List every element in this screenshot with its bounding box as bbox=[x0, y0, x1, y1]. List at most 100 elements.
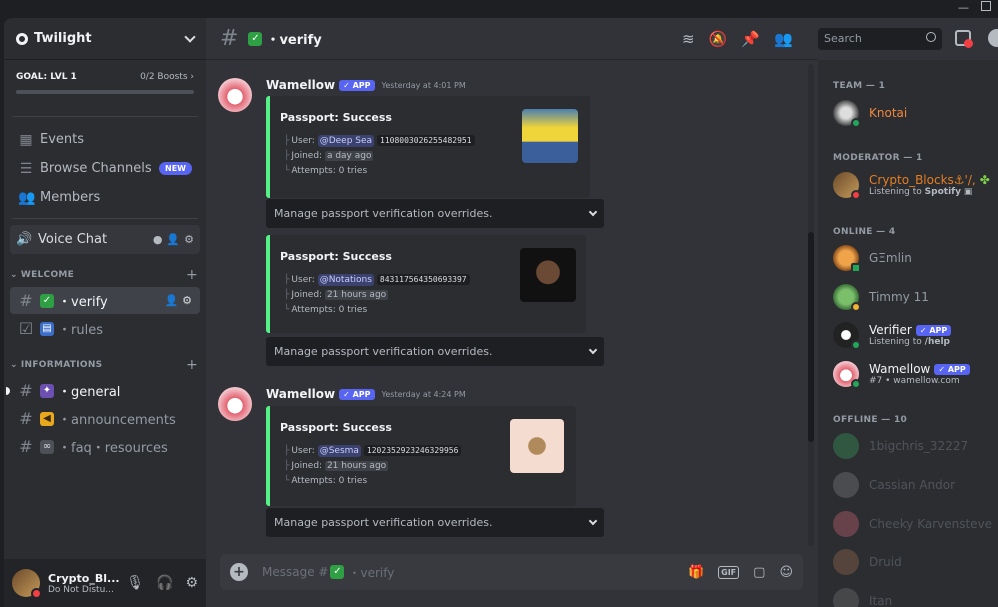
nav-members[interactable]: 👥 Members bbox=[10, 183, 200, 212]
overrides-dropdown[interactable]: Manage passport verification overrides. bbox=[266, 337, 604, 366]
user-thumbnail[interactable] bbox=[520, 248, 576, 302]
online-status-icon bbox=[851, 379, 861, 389]
dropdown-label: Manage passport verification overrides. bbox=[274, 207, 493, 220]
member-item[interactable]: 1bigchris_32227 bbox=[833, 433, 968, 459]
online-status-icon bbox=[851, 340, 861, 350]
user-mention[interactable]: @Deep Sea bbox=[317, 135, 375, 147]
headphones-icon[interactable]: 🎧 bbox=[156, 575, 173, 591]
add-attachment-icon[interactable]: + bbox=[230, 563, 248, 581]
embed-user-line: ├ User: @Deep Sea 1108003026255482951 bbox=[284, 135, 475, 147]
joined-time: 21 hours ago bbox=[324, 461, 389, 471]
chevron-down-icon bbox=[588, 516, 598, 526]
scrollbar[interactable] bbox=[808, 64, 814, 546]
message-input[interactable]: Message # ✓ ・verify bbox=[262, 564, 394, 581]
avatar[interactable] bbox=[218, 78, 252, 112]
dropdown-label: Manage passport verification overrides. bbox=[274, 516, 493, 529]
member-item[interactable]: Knotai bbox=[833, 100, 907, 128]
emoji-icon[interactable]: ☺ bbox=[779, 565, 793, 580]
invite-icon[interactable]: 👤 bbox=[165, 294, 179, 307]
boost-goal[interactable]: GOAL: LVL 1 0/2 Boosts › bbox=[4, 60, 206, 102]
maximize-icon[interactable] bbox=[981, 1, 991, 14]
member-name: Timmy 11 bbox=[869, 290, 929, 304]
speaker-icon: 🔊 bbox=[16, 232, 33, 247]
gear-icon[interactable]: ⚙ bbox=[184, 233, 194, 246]
user-thumbnail[interactable] bbox=[510, 419, 564, 473]
channel-faq-resources[interactable]: # ∞ ・faq・resources bbox=[10, 433, 200, 460]
gif-icon[interactable]: GIF bbox=[718, 565, 740, 579]
embed: Passport: Success ├ User: @Notations 84311… bbox=[266, 235, 586, 333]
gear-icon[interactable]: ⚙ bbox=[182, 294, 192, 307]
dnd-status-icon bbox=[851, 190, 861, 200]
add-channel-icon[interactable]: + bbox=[186, 267, 198, 283]
user-mention[interactable]: @Notations bbox=[317, 274, 374, 286]
overrides-dropdown[interactable]: Manage passport verification overrides. bbox=[266, 199, 604, 228]
member-item[interactable]: Cheeky Karvensteve bbox=[833, 511, 992, 537]
avatar[interactable] bbox=[218, 387, 252, 421]
avatar[interactable] bbox=[12, 569, 42, 599]
inbox-icon[interactable] bbox=[955, 30, 973, 48]
nav-events[interactable]: ▦ Events bbox=[10, 125, 200, 154]
mute-notifications-icon[interactable]: 🔕 bbox=[709, 30, 728, 48]
nav-label: Members bbox=[40, 190, 101, 205]
members-icon: 👥 bbox=[18, 189, 36, 206]
member-item[interactable]: Itan bbox=[833, 588, 892, 607]
joined-time: 21 hours ago bbox=[324, 290, 389, 300]
threads-icon[interactable]: ≋ bbox=[682, 30, 695, 48]
member-item[interactable]: Timmy 11 bbox=[833, 284, 929, 312]
embed-title: Passport: Success bbox=[280, 421, 392, 434]
member-name: Cheeky Karvensteve bbox=[869, 517, 993, 531]
server-header[interactable]: Twilight bbox=[4, 18, 206, 60]
member-item[interactable]: Druid bbox=[833, 549, 902, 575]
invite-icon[interactable]: 👤 bbox=[166, 233, 180, 246]
channel-announcements[interactable]: # ◀ ・announcements bbox=[10, 405, 200, 432]
channel-general[interactable]: # ✦ ・general bbox=[6, 377, 200, 404]
gift-icon[interactable]: 🎁 bbox=[688, 565, 704, 580]
channel-voice-chat[interactable]: 🔊 Voice Chat ● 👤 ⚙ bbox=[10, 225, 200, 254]
member-item[interactable]: Cassian Andor bbox=[833, 472, 955, 498]
embed-attempts-line: └ Attempts: 0 tries bbox=[284, 305, 368, 315]
member-name: Druid bbox=[869, 555, 902, 569]
chevron-down-icon: ⌄ bbox=[10, 360, 18, 370]
channel-verify[interactable]: # ✓ ・verify 👤 ⚙ bbox=[10, 287, 200, 314]
check-emoji: ✓ bbox=[248, 31, 263, 46]
microphone-icon[interactable]: 🎙 bbox=[126, 575, 144, 591]
sticker-icon[interactable]: ▢ bbox=[753, 565, 765, 580]
scrollbar-thumb[interactable] bbox=[808, 232, 814, 442]
divider bbox=[12, 116, 198, 117]
title-bar: — bbox=[0, 0, 998, 18]
pin-icon[interactable]: 📌 bbox=[741, 30, 760, 48]
channel-rules[interactable]: ☑ ▤ ・rules bbox=[10, 315, 200, 342]
embed-attempts-line: └ Attempts: 0 tries bbox=[284, 476, 368, 486]
embed-attempts-line: └ Attempts: 0 tries bbox=[284, 166, 368, 176]
member-item[interactable]: Verifier ✓ APP Listening to /help bbox=[833, 322, 952, 350]
hash-icon: # bbox=[220, 26, 239, 51]
embed: Passport: Success ├ User: @Sesma 120235292… bbox=[266, 406, 576, 506]
nav-label: Events bbox=[40, 132, 85, 147]
nav-browse-channels[interactable]: ☰ Browse Channels NEW bbox=[10, 154, 200, 183]
gear-icon[interactable]: ⚙ bbox=[185, 575, 198, 591]
add-channel-icon[interactable]: + bbox=[186, 357, 198, 373]
boost-count: 0/2 Boosts bbox=[140, 72, 188, 82]
overrides-dropdown[interactable]: Manage passport verification overrides. bbox=[266, 508, 604, 537]
member-item[interactable]: Wamellow ✓ APP #7 • wamellow.com bbox=[833, 361, 970, 389]
category-label: INFORMATIONS bbox=[20, 360, 103, 370]
search-input[interactable]: Search bbox=[818, 28, 942, 50]
message-author[interactable]: Wamellow bbox=[266, 78, 335, 92]
message-author[interactable]: Wamellow bbox=[266, 387, 335, 401]
app-badge: ✓ APP bbox=[339, 388, 375, 400]
avatar bbox=[833, 433, 859, 459]
member-item[interactable]: Crypto_Blocks⚓'/, ✤ Listening to Spotify … bbox=[833, 172, 990, 200]
link-emoji: ∞ bbox=[40, 439, 54, 454]
category-welcome[interactable]: ⌄ WELCOME + bbox=[4, 264, 206, 286]
category-informations[interactable]: ⌄ INFORMATIONS + bbox=[4, 354, 206, 376]
user-thumbnail[interactable] bbox=[522, 109, 578, 163]
user-info[interactable]: Crypto_Bl... Do Not Distu... bbox=[48, 572, 126, 595]
voice-label: Voice Chat bbox=[38, 232, 108, 247]
chat-icon[interactable]: ● bbox=[153, 233, 163, 246]
user-mention[interactable]: @Sesma bbox=[317, 445, 361, 457]
member-list-icon[interactable]: 👥 bbox=[774, 30, 793, 48]
member-item[interactable]: GΞmlin bbox=[833, 245, 912, 273]
minimize-icon[interactable]: — bbox=[958, 1, 969, 14]
message-composer[interactable]: + Message # ✓ ・verify 🎁 GIF ▢ ☺ bbox=[220, 554, 803, 590]
chevron-down-icon[interactable] bbox=[184, 30, 196, 43]
